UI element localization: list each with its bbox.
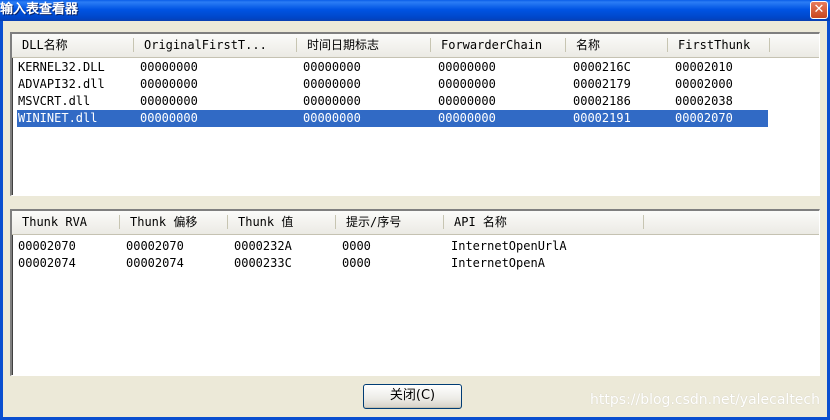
cell-original-first-thunk: 00000000 xyxy=(140,94,198,108)
cell-dll-name: MSVCRT.dll xyxy=(18,94,91,108)
close-button[interactable]: 关闭(C) xyxy=(363,384,462,409)
column-header-thunk-offset[interactable]: Thunk 偏移 xyxy=(120,211,228,233)
window-frame-left xyxy=(0,21,3,420)
cell-original-first-thunk: 00000000 xyxy=(140,60,198,74)
cell-dll-name: KERNEL32.DLL xyxy=(18,60,105,74)
cell-timestamp: 00000000 xyxy=(303,60,361,74)
column-header-dll-name[interactable]: DLL名称 xyxy=(12,34,134,56)
cell-api-name: InternetOpenA xyxy=(451,256,545,270)
column-header-original-first-thunk[interactable]: OriginalFirstT... xyxy=(134,34,297,56)
cell-first-thunk: 00002070 xyxy=(675,111,733,125)
cell-original-first-thunk: 00000000 xyxy=(140,111,198,125)
cell-name: 0000216C xyxy=(573,60,631,74)
cell-forwarder-chain: 00000000 xyxy=(438,60,496,74)
cell-thunk-value: 0000232A xyxy=(234,239,292,253)
column-header-first-thunk[interactable]: FirstThunk xyxy=(668,34,770,56)
column-header-thunk-rva[interactable]: Thunk RVA xyxy=(12,211,120,233)
cell-thunk-rva: 00002074 xyxy=(18,256,76,270)
cell-forwarder-chain: 00000000 xyxy=(438,94,496,108)
cell-first-thunk: 00002038 xyxy=(675,94,733,108)
cell-first-thunk: 00002000 xyxy=(675,77,733,91)
cell-first-thunk: 00002010 xyxy=(675,60,733,74)
column-header-thunk-value[interactable]: Thunk 值 xyxy=(228,211,336,233)
cell-forwarder-chain: 00000000 xyxy=(438,111,496,125)
title-bar: 输入表查看器 ✕ xyxy=(0,0,830,21)
column-header-api-name[interactable]: API 名称 xyxy=(444,211,644,233)
cell-timestamp: 00000000 xyxy=(303,77,361,91)
window-title: 输入表查看器 xyxy=(0,2,79,17)
cell-hint-ordinal: 0000 xyxy=(342,239,371,253)
thunk-list-header: Thunk RVA Thunk 偏移 Thunk 值 提示/序号 API 名称 xyxy=(12,211,819,235)
thunk-list[interactable]: Thunk RVA Thunk 偏移 Thunk 值 提示/序号 API 名称 … xyxy=(10,209,820,376)
window-close-icon[interactable]: ✕ xyxy=(810,1,828,19)
dll-list[interactable]: DLL名称 OriginalFirstT... 时间日期标志 Forwarder… xyxy=(10,32,820,196)
table-row-selected[interactable]: WININET.dll 00000000 00000000 00000000 0… xyxy=(17,110,768,127)
column-header-hint-ordinal[interactable]: 提示/序号 xyxy=(336,211,444,233)
cell-forwarder-chain: 00000000 xyxy=(438,77,496,91)
cell-name: 00002179 xyxy=(573,77,631,91)
cell-thunk-rva: 00002070 xyxy=(18,239,76,253)
watermark: https://blog.csdn.net/yalecaltech xyxy=(590,392,820,408)
cell-original-first-thunk: 00000000 xyxy=(140,77,198,91)
cell-timestamp: 00000000 xyxy=(303,94,361,108)
table-row[interactable]: MSVCRT.dll 00000000 00000000 00000000 00… xyxy=(17,93,768,110)
table-row[interactable]: 00002070 00002070 0000232A 0000 Internet… xyxy=(17,238,637,255)
cell-name: 00002186 xyxy=(573,94,631,108)
cell-thunk-offset: 00002074 xyxy=(126,256,184,270)
cell-thunk-offset: 00002070 xyxy=(126,239,184,253)
table-row[interactable]: 00002074 00002074 0000233C 0000 Internet… xyxy=(17,255,637,272)
cell-api-name: InternetOpenUrlA xyxy=(451,239,567,253)
column-header-timestamp[interactable]: 时间日期标志 xyxy=(297,34,431,56)
cell-thunk-value: 0000233C xyxy=(234,256,292,270)
cell-dll-name: ADVAPI32.dll xyxy=(18,77,105,91)
dll-list-header: DLL名称 OriginalFirstT... 时间日期标志 Forwarder… xyxy=(12,34,819,58)
cell-timestamp: 00000000 xyxy=(303,111,361,125)
cell-dll-name: WININET.dll xyxy=(18,111,98,125)
table-row[interactable]: KERNEL32.DLL 00000000 00000000 00000000 … xyxy=(17,59,768,76)
column-header-forwarder-chain[interactable]: ForwarderChain xyxy=(431,34,566,56)
column-header-name[interactable]: 名称 xyxy=(566,34,668,56)
table-row[interactable]: ADVAPI32.dll 00000000 00000000 00000000 … xyxy=(17,76,768,93)
cell-name: 00002191 xyxy=(573,111,631,125)
cell-hint-ordinal: 0000 xyxy=(342,256,371,270)
